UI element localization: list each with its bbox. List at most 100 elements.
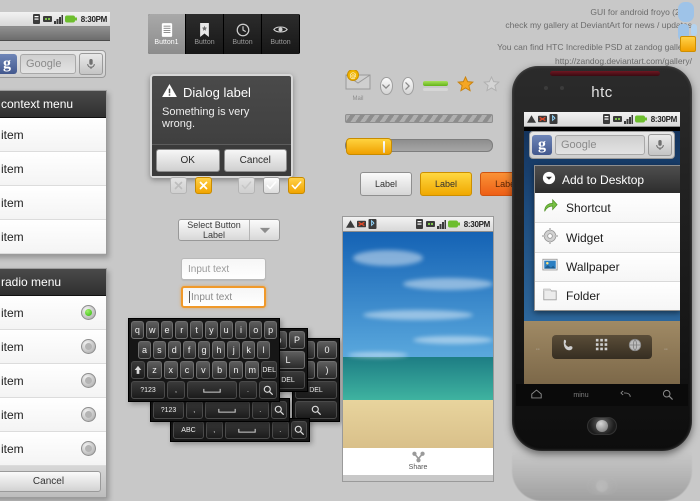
key-w[interactable]: w [145,321,159,339]
radio-button-3[interactable] [81,407,96,422]
star-empty-icon[interactable] [483,75,500,97]
phone-soft-keys[interactable]: minu [516,384,688,406]
text-input-normal[interactable]: Input text [181,258,266,280]
key-abc[interactable]: ABC [173,421,204,439]
microphone-icon-phone[interactable] [648,134,672,156]
button-label-amber[interactable]: Label [420,172,473,196]
search-icon[interactable] [662,389,673,402]
google-search-widget[interactable]: g Google [0,50,106,78]
key-symbols-2[interactable]: ?123 [153,401,184,419]
key-i[interactable]: i [234,321,248,339]
context-menu-item-3[interactable]: item [0,220,106,254]
context-menu-item-2[interactable]: item [0,186,106,220]
radio-button-2[interactable] [81,373,96,388]
radio-menu-item-4[interactable]: item [0,432,106,466]
key-comma-3[interactable]: , [206,421,223,439]
share-bar[interactable]: Share [343,448,493,475]
chevron-down-icon[interactable] [380,77,393,95]
key-m[interactable]: m [245,361,260,379]
chevron-right-icon[interactable] [401,77,415,95]
seek-bar-thumb[interactable] [346,138,392,155]
mail-widget[interactable]: @ Mail [345,69,371,102]
context-menu-item-0[interactable]: item [0,118,106,152]
home-icon[interactable] [531,389,543,401]
key-g[interactable]: g [197,341,211,359]
key-0[interactable]: 0 [317,341,337,359]
tab-bar[interactable]: Button1 Button Button Button [148,14,300,54]
key-a[interactable]: a [138,341,151,359]
context-menu[interactable]: context menu item item item item [0,90,107,255]
key-u[interactable]: u [219,321,233,339]
key-v[interactable]: v [196,361,211,379]
phone-search-widget[interactable]: g Google [529,131,675,159]
app-drawer-icon[interactable] [595,338,609,357]
key-o[interactable]: o [249,321,263,339]
key-t[interactable]: t [190,321,203,339]
shift-icon[interactable] [131,361,146,379]
radio-menu-item-3[interactable]: item [0,398,106,432]
star-filled-icon[interactable] [457,75,474,97]
phone-wallpaper[interactable]: g Google Add to Desktop Shortcut Widget … [524,131,680,321]
beach-photo[interactable] [343,232,493,448]
add-to-desktop-popup[interactable]: Add to Desktop Shortcut Widget Wallpaper… [534,165,680,311]
phone-screen[interactable]: 8:30PM g Google Add to Desktop Shortcut … [524,112,680,384]
radio-menu-item-0[interactable]: item [0,296,106,330]
key-y[interactable]: y [204,321,218,339]
select-button-spinner[interactable]: Select Button Label [178,219,280,241]
popup-item-wallpaper[interactable]: Wallpaper [535,253,680,282]
context-menu-item-1[interactable]: item [0,152,106,186]
key-search-3[interactable] [290,421,307,439]
key-n[interactable]: n [228,361,244,379]
radio-menu-item-1[interactable]: item [0,330,106,364]
key-space[interactable] [187,381,237,399]
key-k[interactable]: k [242,341,256,359]
key-search-right[interactable] [295,401,337,419]
tab-button1[interactable]: Button1 [148,14,186,54]
phone-dock-bar[interactable] [552,335,652,359]
search-input[interactable]: Google [20,54,76,74]
tab-button-2[interactable]: Button [186,14,224,54]
key-p[interactable]: p [264,321,277,339]
text-input-focused[interactable]: Input text [181,286,266,308]
key-paren-close[interactable]: ) [317,361,337,379]
checkbox-x-disabled[interactable] [170,177,187,194]
radio-menu[interactable]: radio menu item item item item item Canc… [0,268,107,498]
alert-dialog[interactable]: Dialog label Something is very wrong. OK… [150,74,293,178]
checkbox-check-light[interactable] [263,177,280,194]
key-d[interactable]: d [167,341,181,359]
phone-search-input[interactable]: Google [555,135,645,155]
checkbox-check-disabled[interactable] [238,177,255,194]
key-search-2[interactable] [270,401,287,419]
back-icon[interactable] [620,390,631,401]
popup-item-widget[interactable]: Widget [535,223,680,253]
key-l[interactable]: l [257,341,271,359]
browser-icon[interactable] [628,338,642,357]
key-c[interactable]: c [179,361,195,379]
popup-item-folder[interactable]: Folder [535,282,680,310]
key-period-2[interactable]: . [252,401,269,419]
key-r[interactable]: r [175,321,189,339]
key-h[interactable]: h [212,341,226,359]
key-comma[interactable]: , [167,381,185,399]
radio-menu-item-2[interactable]: item [0,364,106,398]
keyboard-main[interactable]: q w e r t y u i o p a s d f g h j k l z … [128,318,280,402]
key-f[interactable]: f [182,341,196,359]
key-j[interactable]: j [227,341,241,359]
popup-item-shortcut[interactable]: Shortcut [535,193,680,223]
dialog-ok-button[interactable]: OK [156,149,220,172]
key-P-mid[interactable]: P [289,331,305,349]
menu-softkey-label[interactable]: minu [573,392,588,399]
key-delete[interactable]: DEL [261,361,277,379]
optical-trackpad[interactable] [587,417,617,435]
key-search[interactable] [259,381,277,399]
key-space-3[interactable] [224,421,270,439]
key-symbols[interactable]: ?123 [131,381,165,399]
radio-button-1[interactable] [81,339,96,354]
tab-button-4[interactable]: Button [262,14,300,54]
key-period[interactable]: . [239,381,257,399]
key-s[interactable]: s [152,341,166,359]
button-label-grey[interactable]: Label [360,172,413,196]
phone-icon[interactable] [562,338,576,357]
dialog-cancel-button[interactable]: Cancel [223,149,287,172]
microphone-icon[interactable] [79,53,103,75]
